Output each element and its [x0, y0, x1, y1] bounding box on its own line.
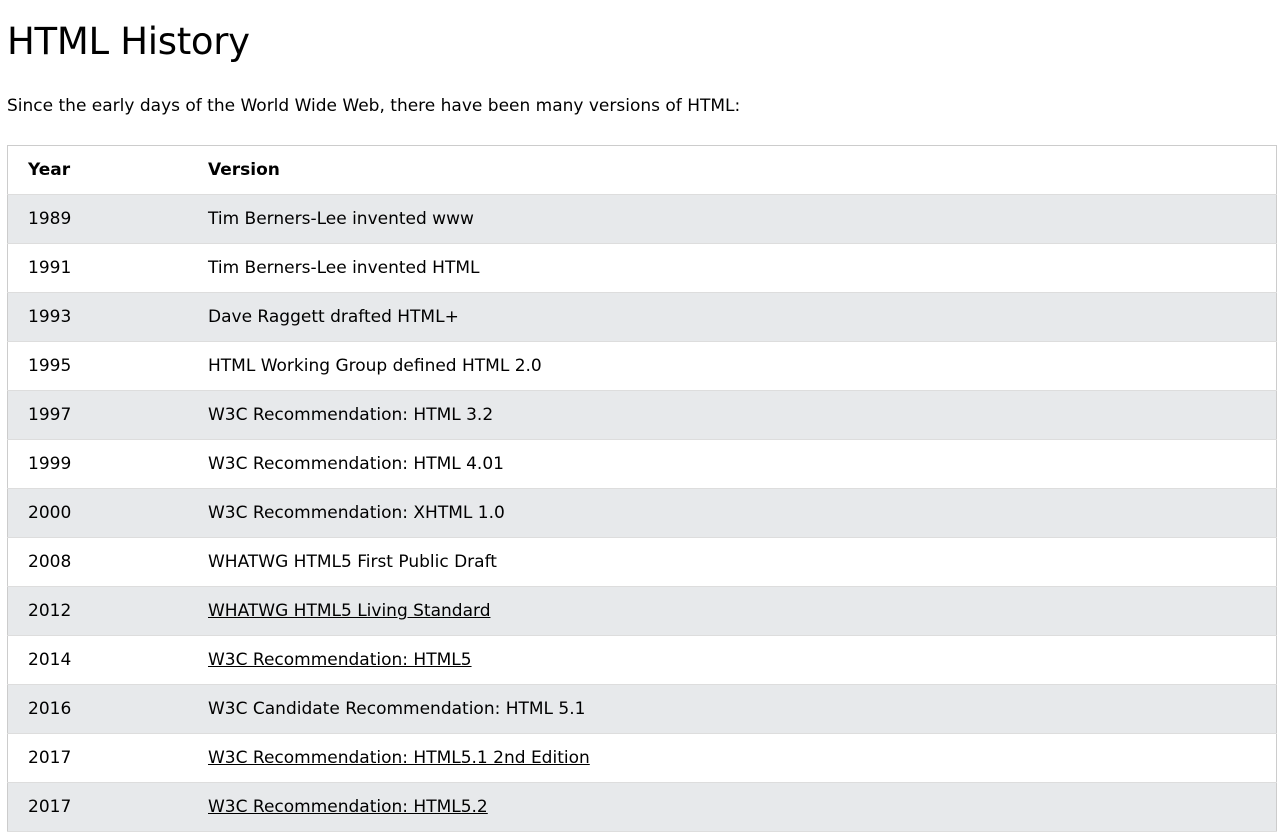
year-cell: 2016 — [28, 699, 72, 719]
version-link[interactable]: W3C Recommendation: HTML5 — [208, 650, 472, 670]
year-cell: 1995 — [28, 356, 72, 376]
version-cell: Tim Berners-Lee invented www — [208, 209, 474, 229]
table-body: 1989 Tim Berners-Lee invented www 1991 Tim … — [7, 194, 1277, 832]
version-cell: W3C Recommendation: HTML 4.01 — [208, 454, 504, 474]
version-cell: HTML Working Group defined HTML 2.0 — [208, 356, 542, 376]
year-cell: 1991 — [28, 258, 72, 278]
intro-text: Since the early days of the World Wide W… — [7, 96, 741, 116]
table-row: 1989 Tim Berners-Lee invented www — [7, 194, 1277, 244]
table-row: 2012 WHATWG HTML5 Living Standard — [7, 586, 1277, 636]
page-content: HTML History Since the early days of the… — [7, 0, 1277, 832]
table-row: 2017 W3C Recommendation: HTML5.2 — [7, 782, 1277, 832]
table-header-row: Year Version — [7, 145, 1277, 195]
header-year: Year — [28, 160, 71, 180]
page-title: HTML History — [7, 20, 250, 63]
table-row: 2000 W3C Recommendation: XHTML 1.0 — [7, 488, 1277, 538]
year-cell: 2014 — [28, 650, 72, 670]
table-row: 1997 W3C Recommendation: HTML 3.2 — [7, 390, 1277, 440]
header-version: Version — [208, 160, 280, 180]
version-cell: W3C Recommendation: HTML5.1 2nd Edition — [208, 734, 1277, 783]
version-link[interactable]: W3C Recommendation: HTML5.2 — [208, 797, 488, 817]
table-row: 1991 Tim Berners-Lee invented HTML — [7, 243, 1277, 293]
year-cell: 1993 — [28, 307, 72, 327]
version-cell: W3C Recommendation: HTML5.2 — [208, 783, 1277, 832]
version-cell: Dave Raggett drafted HTML+ — [208, 307, 459, 327]
year-cell: 1999 — [28, 454, 72, 474]
year-cell: 2012 — [28, 601, 72, 621]
table-row: 2014 W3C Recommendation: HTML5 — [7, 635, 1277, 685]
version-cell: W3C Recommendation: HTML5 — [208, 636, 1277, 685]
table-row: 2008 WHATWG HTML5 First Public Draft — [7, 537, 1277, 587]
year-cell: 2017 — [28, 748, 72, 768]
table-row: 2017 W3C Recommendation: HTML5.1 2nd Edit… — [7, 733, 1277, 783]
year-cell: 1997 — [28, 405, 72, 425]
version-cell: WHATWG HTML5 Living Standard — [208, 587, 1277, 636]
version-cell: W3C Recommendation: XHTML 1.0 — [208, 503, 505, 523]
version-cell: W3C Recommendation: HTML 3.2 — [208, 405, 494, 425]
table-row: 1993 Dave Raggett drafted HTML+ — [7, 292, 1277, 342]
version-link[interactable]: W3C Recommendation: HTML5.1 2nd Edition — [208, 748, 590, 768]
table-row: 1999 W3C Recommendation: HTML 4.01 — [7, 439, 1277, 489]
year-cell: 2017 — [28, 797, 72, 817]
year-cell: 1989 — [28, 209, 72, 229]
html-history-table: Year Version 1989 Tim Berners-Lee invente… — [7, 145, 1277, 832]
table-row: 1995 HTML Working Group defined HTML 2.0 — [7, 341, 1277, 391]
version-cell: WHATWG HTML5 First Public Draft — [208, 552, 497, 572]
version-link[interactable]: WHATWG HTML5 Living Standard — [208, 601, 490, 621]
year-cell: 2000 — [28, 503, 72, 523]
year-cell: 2008 — [28, 552, 72, 572]
version-cell: W3C Candidate Recommendation: HTML 5.1 — [208, 699, 586, 719]
version-cell: Tim Berners-Lee invented HTML — [208, 258, 480, 278]
table-row: 2016 W3C Candidate Recommendation: HTML 5… — [7, 684, 1277, 734]
